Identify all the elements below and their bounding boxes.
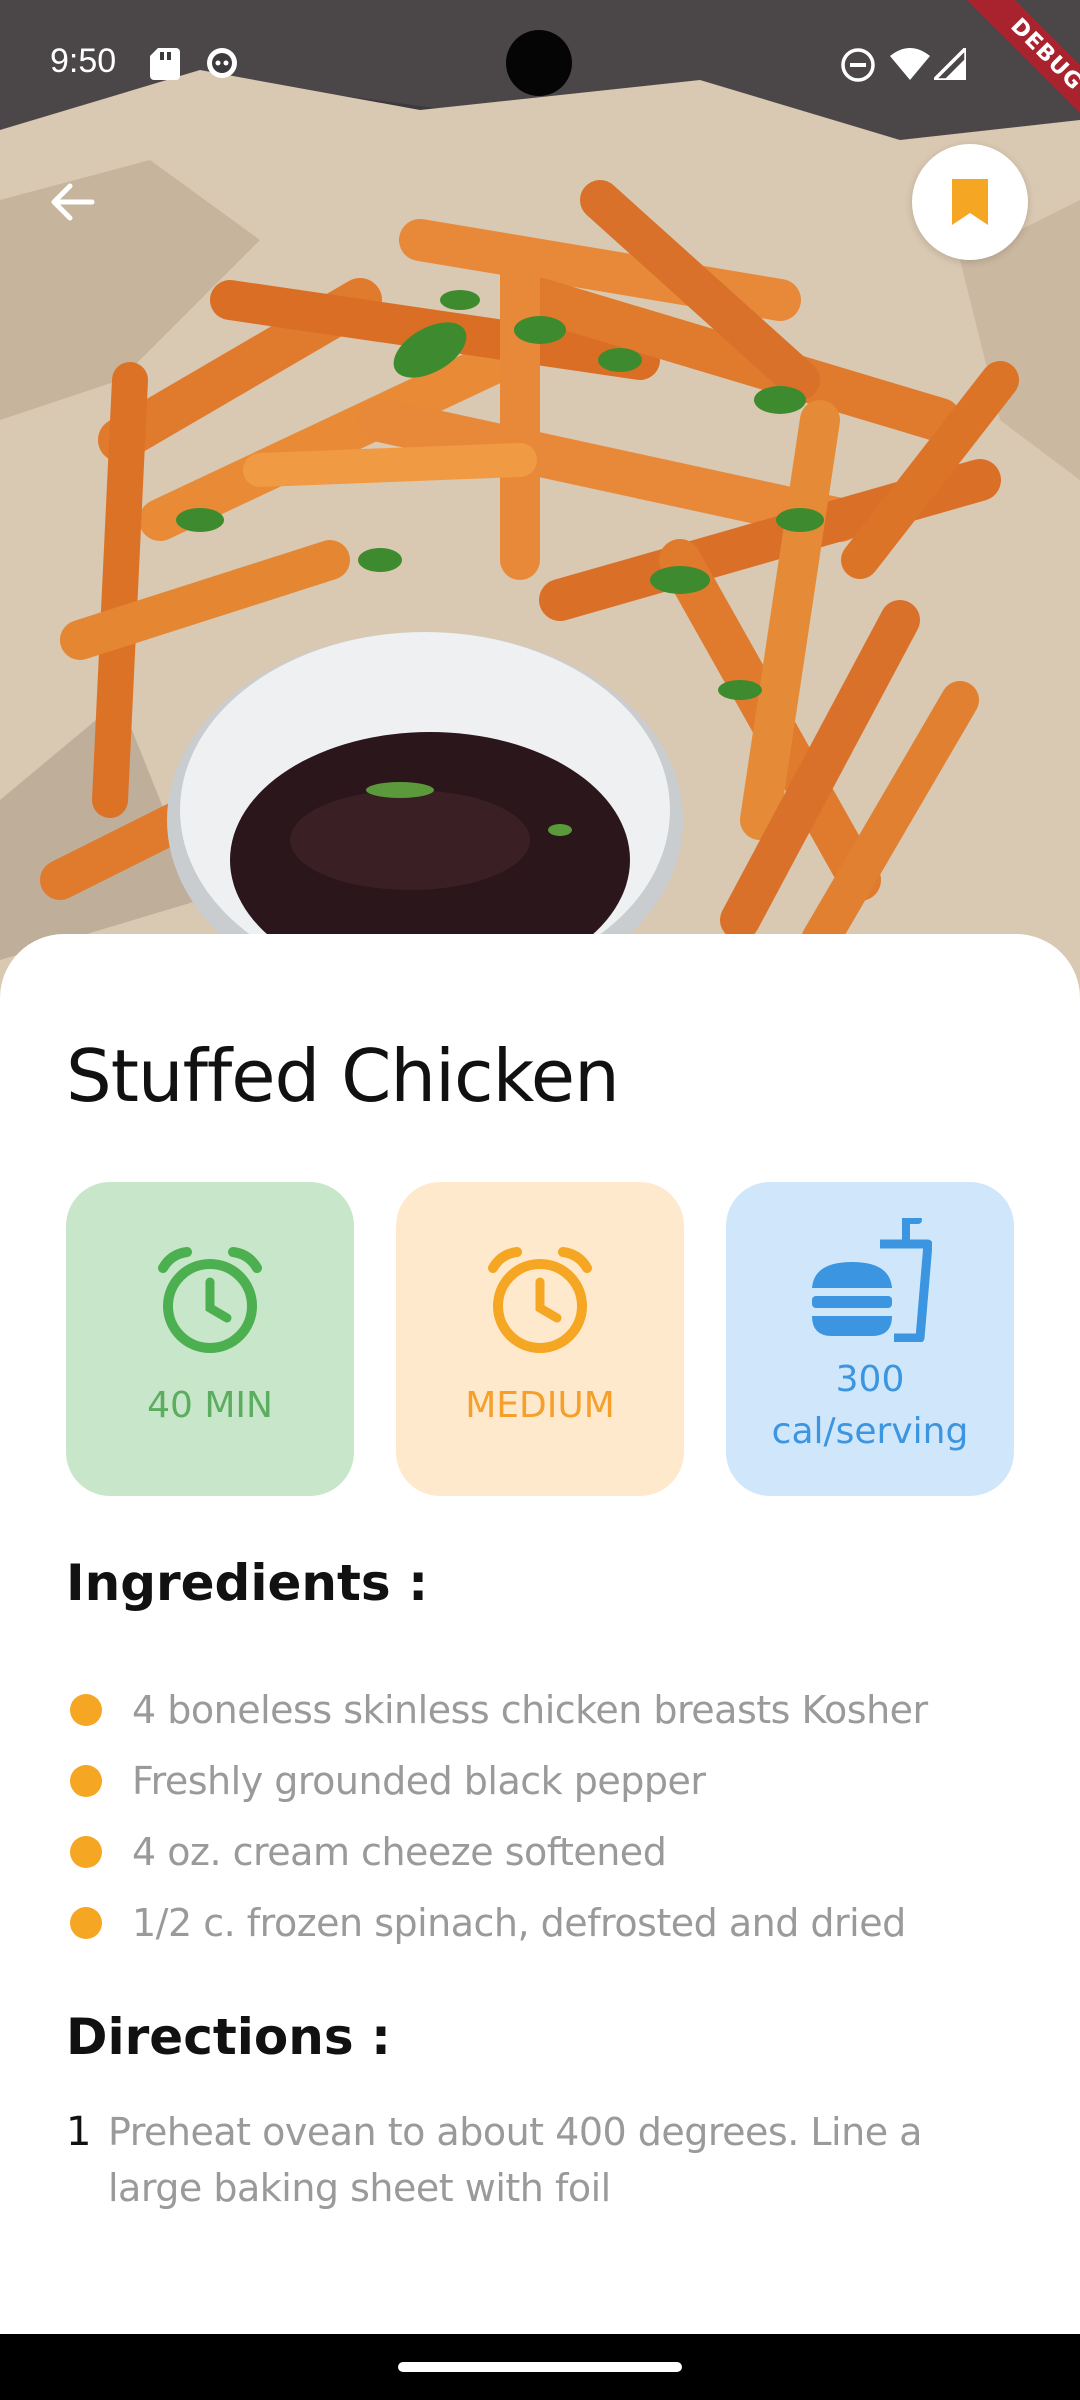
status-time: 9:50 [50, 42, 117, 80]
recipe-detail-sheet: Stuffed Chicken 40 MIN MEDIUM 300 cal/se… [0, 934, 1080, 2334]
time-card: 40 MIN [66, 1182, 354, 1496]
ingredient-text: 4 boneless skinless chicken breasts Kosh… [132, 1687, 928, 1732]
difficulty-card: MEDIUM [396, 1182, 684, 1496]
step-text: Preheat ovean to about 400 degrees. Line… [108, 2110, 922, 2210]
arrow-left-icon [51, 183, 95, 221]
sd-card-icon [150, 48, 180, 84]
fast-food-icon [808, 1216, 933, 1346]
calories-card: 300 cal/serving [726, 1182, 1014, 1496]
scroll-fade [0, 2236, 1080, 2296]
list-item: 4 oz. cream cheeze softened [66, 1816, 1026, 1887]
calories-value: 300 [835, 1359, 905, 1400]
wifi-icon [890, 48, 930, 84]
camera-cutout [506, 30, 572, 96]
list-item: 1/2 c. frozen spinach, defrosted and dri… [66, 1887, 1026, 1958]
ingredient-text: Freshly grounded black pepper [132, 1758, 706, 1803]
recipe-title: Stuffed Chicken [66, 1034, 620, 1118]
do-not-disturb-icon [840, 47, 876, 87]
ingredient-list: 4 boneless skinless chicken breasts Kosh… [66, 1674, 1026, 1958]
list-item: Freshly grounded black pepper [66, 1745, 1026, 1816]
bullet-dot-icon [70, 1906, 102, 1939]
bullet-dot-icon [70, 1693, 102, 1726]
list-item: 4 boneless skinless chicken breasts Kosh… [66, 1674, 1026, 1745]
ingredient-text: 4 oz. cream cheeze softened [132, 1829, 667, 1874]
direction-list: 1 Preheat ovean to about 400 degrees. Li… [66, 2104, 1026, 2216]
step-number: 1 [66, 2109, 92, 2155]
alarm-clock-icon [155, 1246, 265, 1360]
debug-banner: DEBUG [930, 0, 1080, 150]
recipe-hero-image [0, 0, 1080, 1000]
alarm-clock-icon [485, 1246, 595, 1360]
directions-title: Directions : [66, 2008, 391, 2066]
back-button[interactable] [40, 170, 104, 234]
home-indicator[interactable] [398, 2362, 682, 2372]
list-item: 1 Preheat ovean to about 400 degrees. Li… [66, 2104, 1026, 2216]
bullet-dot-icon [70, 1835, 102, 1868]
difficulty-label: MEDIUM [465, 1385, 615, 1426]
calories-unit: cal/serving [771, 1411, 969, 1452]
debug-banner-label: DEBUG [963, 0, 1080, 138]
ingredient-text: 1/2 c. frozen spinach, defrosted and dri… [132, 1900, 906, 1945]
bookmark-icon [952, 179, 988, 225]
ingredients-title: Ingredients : [66, 1554, 429, 1612]
assistant-face-icon [205, 46, 239, 84]
bullet-dot-icon [70, 1764, 102, 1797]
time-label: 40 MIN [147, 1385, 273, 1426]
bookmark-button[interactable] [912, 144, 1028, 260]
